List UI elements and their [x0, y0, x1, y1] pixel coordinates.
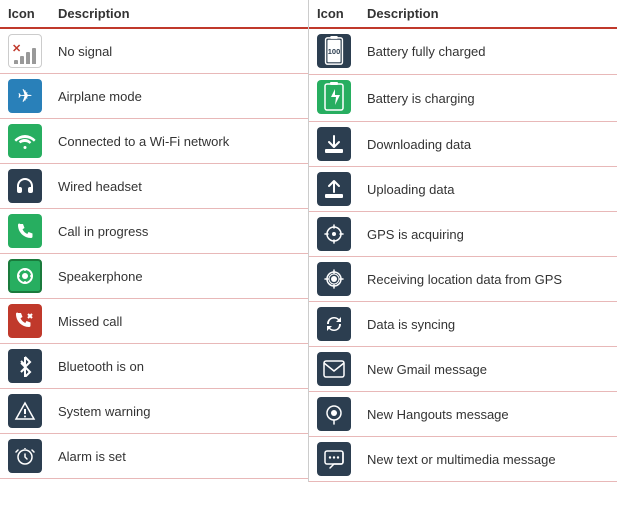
battery-full-icon: 100 [317, 54, 351, 69]
table-row: Speakerphone [0, 254, 308, 299]
table-row: System warning [0, 389, 308, 434]
missed-icon [8, 320, 42, 335]
sync-icon [317, 323, 351, 338]
table-row: Missed call [0, 299, 308, 344]
icon-cell-alarm [0, 434, 50, 479]
alarm-icon [8, 455, 42, 470]
table-row: Downloading data [309, 122, 617, 167]
desc-cell-call: Call in progress [50, 209, 308, 254]
icon-cell-bluetooth [0, 344, 50, 389]
gmail-icon [317, 366, 351, 381]
headset-icon [8, 185, 42, 200]
icon-cell-sms [309, 437, 359, 482]
table-row: 100 Battery fully charged [309, 28, 617, 75]
main-container: Icon Description ✕ No signal ✈ Airplane … [0, 0, 617, 482]
warning-icon [8, 410, 42, 425]
icon-cell-upload [309, 167, 359, 212]
icon-cell-download [309, 122, 359, 167]
icon-cell-gps-acq [309, 212, 359, 257]
left-section: Icon Description ✕ No signal ✈ Airplane … [0, 0, 309, 482]
desc-cell-battery-full: Battery fully charged [359, 28, 617, 75]
sms-icon [317, 458, 351, 473]
table-row: Call in progress [0, 209, 308, 254]
upload-icon [317, 188, 351, 203]
icon-cell-battery-charge [309, 75, 359, 122]
bluetooth-icon [8, 365, 42, 380]
table-row: New Hangouts message [309, 392, 617, 437]
desc-cell-speaker: Speakerphone [50, 254, 308, 299]
call-icon [8, 229, 42, 244]
table-row: Bluetooth is on [0, 344, 308, 389]
svg-text:100: 100 [328, 47, 341, 56]
table-row: Uploading data [309, 167, 617, 212]
icon-cell-gmail [309, 347, 359, 392]
icon-cell-hangouts [309, 392, 359, 437]
right-table: Icon Description 100 Battery fully charg… [309, 0, 617, 482]
desc-cell-gps-recv: Receiving location data from GPS [359, 257, 617, 302]
table-row: Wired headset [0, 164, 308, 209]
icon-cell-airplane: ✈ [0, 74, 50, 119]
desc-cell-download: Downloading data [359, 122, 617, 167]
desc-cell-upload: Uploading data [359, 167, 617, 212]
desc-cell-bluetooth: Bluetooth is on [50, 344, 308, 389]
right-icon-header: Icon [309, 0, 359, 28]
desc-cell-warning: System warning [50, 389, 308, 434]
gps-recv-icon [317, 278, 351, 293]
table-row: ✈ Airplane mode [0, 74, 308, 119]
signal-icon: ✕ [8, 52, 42, 67]
table-row: New Gmail message [309, 347, 617, 392]
icon-cell-call [0, 209, 50, 254]
left-icon-header: Icon [0, 0, 50, 28]
desc-cell-wifi: Connected to a Wi-Fi network [50, 119, 308, 164]
desc-cell-gps-acq: GPS is acquiring [359, 212, 617, 257]
icon-cell-sync [309, 302, 359, 347]
desc-cell-sync: Data is syncing [359, 302, 617, 347]
left-table: Icon Description ✕ No signal ✈ Airplane … [0, 0, 308, 479]
desc-cell-signal: No signal [50, 28, 308, 74]
table-row: Receiving location data from GPS [309, 257, 617, 302]
table-row: GPS is acquiring [309, 212, 617, 257]
wifi-icon [8, 138, 42, 153]
desc-cell-sms: New text or multimedia message [359, 437, 617, 482]
table-row: Alarm is set [0, 434, 308, 479]
icon-cell-missed [0, 299, 50, 344]
desc-cell-alarm: Alarm is set [50, 434, 308, 479]
desc-cell-hangouts: New Hangouts message [359, 392, 617, 437]
icon-cell-gps-recv [309, 257, 359, 302]
gps-acq-icon [317, 233, 351, 248]
desc-cell-headset: Wired headset [50, 164, 308, 209]
download-icon [317, 143, 351, 158]
icon-cell-speaker [0, 254, 50, 299]
icon-cell-headset [0, 164, 50, 209]
icon-cell-wifi [0, 119, 50, 164]
desc-cell-gmail: New Gmail message [359, 347, 617, 392]
hangouts-icon [317, 413, 351, 428]
table-row: ✕ No signal [0, 28, 308, 74]
icon-cell-warning [0, 389, 50, 434]
icon-cell-signal: ✕ [0, 28, 50, 74]
speaker-icon [8, 275, 42, 290]
battery-charge-icon [317, 101, 351, 116]
left-desc-header: Description [50, 0, 308, 28]
right-section: Icon Description 100 Battery fully charg… [309, 0, 617, 482]
desc-cell-missed: Missed call [50, 299, 308, 344]
desc-cell-airplane: Airplane mode [50, 74, 308, 119]
table-row: Connected to a Wi-Fi network [0, 119, 308, 164]
airplane-icon: ✈ [8, 90, 42, 105]
desc-cell-battery-charge: Battery is charging [359, 75, 617, 122]
icon-cell-battery-full: 100 [309, 28, 359, 75]
table-row: Data is syncing [309, 302, 617, 347]
table-row: Battery is charging [309, 75, 617, 122]
right-desc-header: Description [359, 0, 617, 28]
table-row: New text or multimedia message [309, 437, 617, 482]
